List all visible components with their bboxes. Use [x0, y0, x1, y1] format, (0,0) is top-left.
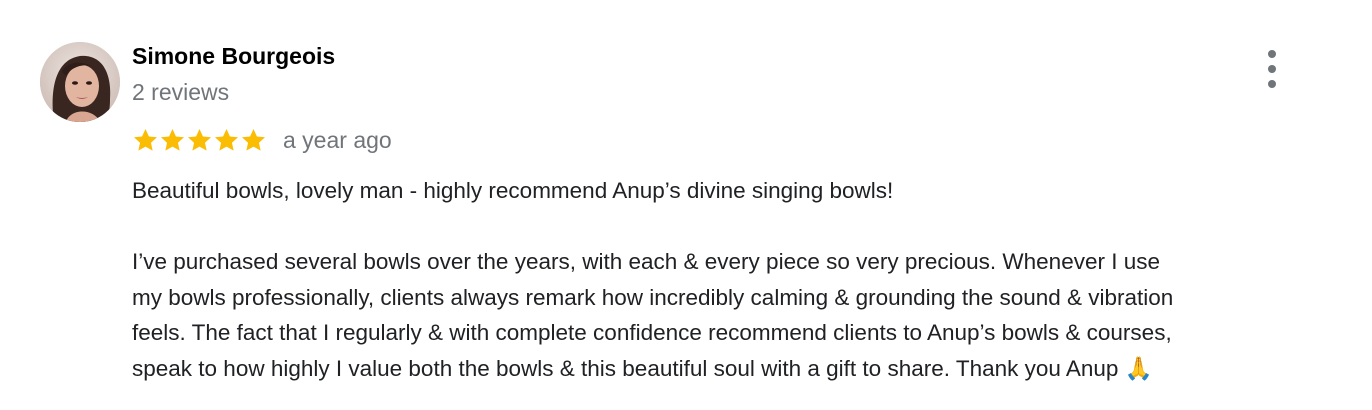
more-vert-icon-dot — [1268, 50, 1276, 58]
star-icon — [215, 128, 238, 151]
review-paragraph: Beautiful bowls, lovely man - highly rec… — [132, 178, 894, 203]
rating-row: a year ago — [132, 124, 392, 156]
star-icon — [242, 128, 265, 151]
star-icon — [188, 128, 211, 151]
star-rating — [132, 127, 267, 154]
more-vert-icon-dot — [1268, 80, 1276, 88]
reviews-count[interactable]: 2 reviews — [132, 77, 229, 107]
review-time: a year ago — [283, 127, 392, 153]
more-options-button[interactable] — [1256, 50, 1288, 88]
avatar[interactable] — [40, 42, 120, 122]
review-text: Beautiful bowls, lovely man - highly rec… — [132, 173, 1352, 386]
star-icon — [134, 128, 157, 151]
review-text-line: I’ve purchased several bowls over the ye… — [132, 249, 1160, 274]
review-text-line: feels. The fact that I regularly & with … — [132, 320, 1172, 345]
review-text-line: my bowls professionally, clients always … — [132, 284, 1174, 310]
star-icon — [161, 128, 184, 151]
review-card: Simone Bourgeois 2 reviews a year ago Be… — [0, 0, 1372, 410]
more-vert-icon-dot — [1268, 65, 1276, 73]
review-text-line: speak to how highly I value both the bow… — [132, 355, 1153, 381]
author-name[interactable]: Simone Bourgeois — [132, 41, 335, 71]
review-paragraph: I’ve purchased several bowls over the ye… — [132, 244, 1352, 386]
